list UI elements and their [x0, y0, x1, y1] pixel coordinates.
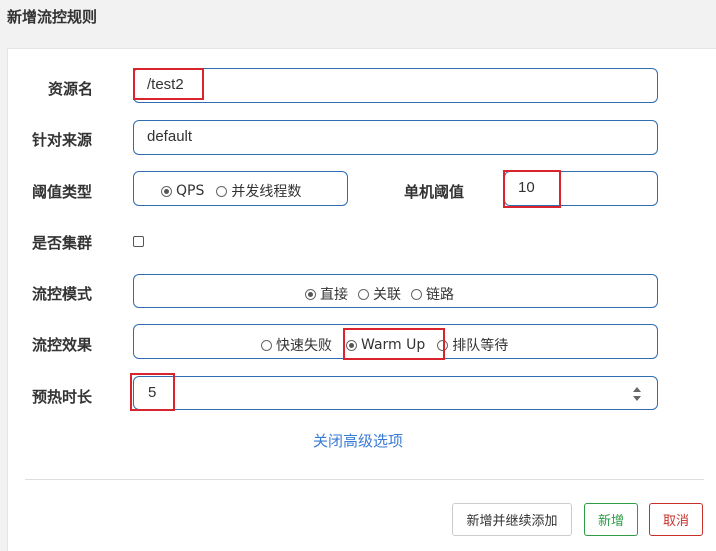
single-threshold-label: 单机阈值	[404, 183, 465, 201]
radio-checked-icon	[305, 288, 316, 300]
resource-input[interactable]: /test2	[133, 68, 658, 103]
effect-label: 流控效果	[32, 336, 93, 354]
warmup-label: 预热时长	[32, 388, 93, 406]
divider	[25, 479, 704, 480]
radio-unchecked-icon	[261, 339, 272, 351]
spinner-icon[interactable]	[633, 386, 641, 402]
dialog-title: 新增流控规则	[7, 8, 98, 26]
mode-relate-radio[interactable]: 关联	[358, 284, 401, 304]
threshold-type-qps-radio[interactable]: QPS	[161, 183, 204, 199]
radio-checked-icon	[161, 185, 172, 197]
origin-value: default	[147, 128, 193, 145]
radio-unchecked-icon	[358, 288, 369, 300]
mode-label: 流控模式	[32, 285, 93, 303]
threshold-type-group: QPS 并发线程数	[133, 171, 348, 206]
origin-label: 针对来源	[32, 131, 93, 149]
resource-label: 资源名	[48, 80, 94, 98]
radio-unchecked-icon	[411, 288, 422, 300]
effect-queue-radio[interactable]: 排队等待	[437, 335, 508, 355]
threshold-highlight	[503, 170, 561, 208]
warmup-input[interactable]: 5	[133, 376, 658, 410]
add-continue-button[interactable]: 新增并继续添加	[452, 503, 572, 536]
mode-chain-radio[interactable]: 链路	[411, 284, 454, 304]
resource-highlight	[133, 68, 204, 100]
add-button[interactable]: 新增	[584, 503, 638, 536]
threshold-type-thread-radio[interactable]: 并发线程数	[216, 181, 301, 201]
origin-input[interactable]: default	[133, 120, 658, 155]
toggle-advanced-link[interactable]: 关闭高级选项	[0, 430, 716, 451]
effect-fast-fail-radio[interactable]: 快速失败	[261, 335, 332, 355]
cluster-checkbox[interactable]	[133, 236, 144, 247]
mode-group: 直接 关联 链路	[133, 274, 658, 308]
threshold-type-label: 阈值类型	[32, 183, 93, 201]
cluster-label: 是否集群	[32, 234, 93, 252]
mode-direct-radio[interactable]: 直接	[305, 284, 348, 304]
cancel-button[interactable]: 取消	[649, 503, 703, 536]
warmup-value-highlight	[130, 373, 175, 411]
warmup-highlight	[343, 328, 445, 360]
radio-unchecked-icon	[216, 185, 228, 197]
